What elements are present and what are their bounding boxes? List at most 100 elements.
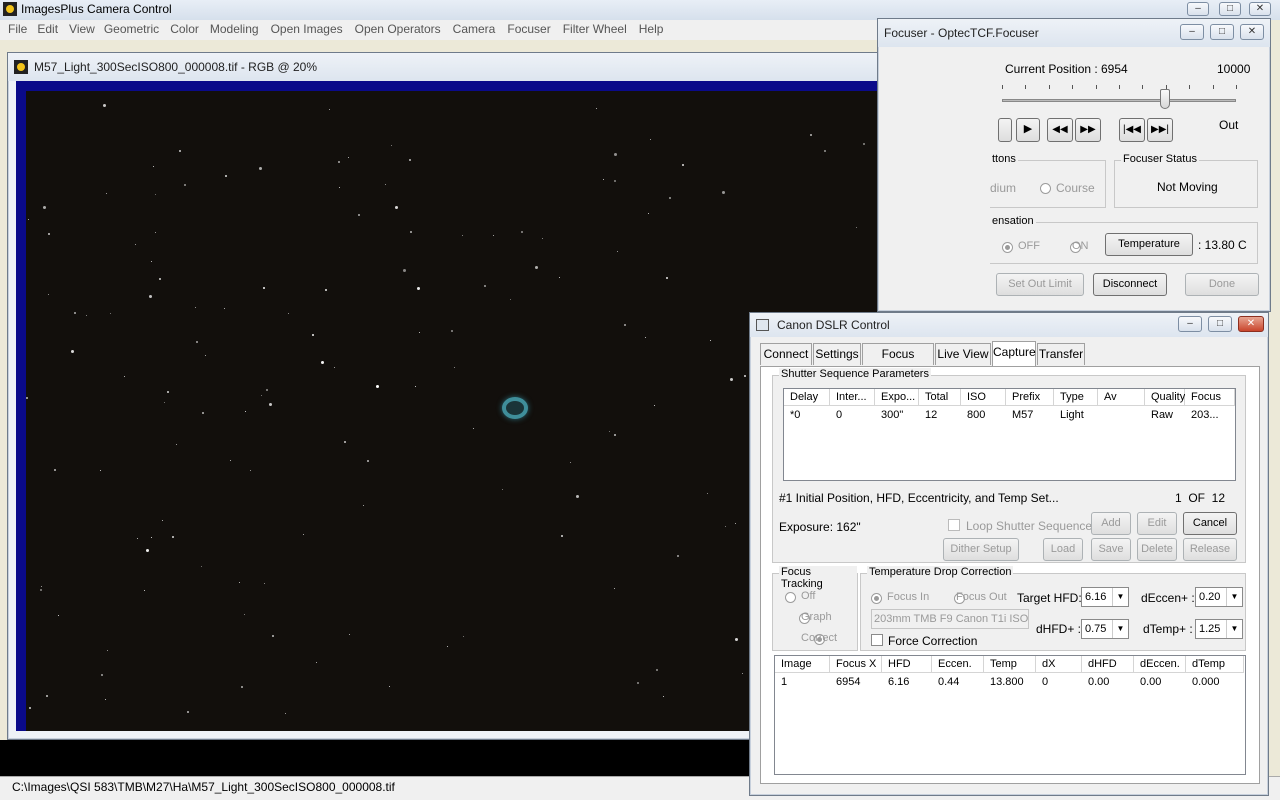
column-header[interactable]: Image [775,656,830,673]
tab-connect[interactable]: Connect [760,343,812,365]
menu-item-modeling[interactable]: Modeling [210,22,259,36]
cancel-button[interactable]: Cancel [1183,512,1237,535]
column-header[interactable]: Type [1054,389,1098,406]
comp-off-radio[interactable] [1002,242,1013,254]
loop-checkbox[interactable] [948,519,960,531]
column-header[interactable]: Focus [1185,389,1235,406]
column-header[interactable]: Prefix [1006,389,1054,406]
disconnect-button[interactable]: Disconnect [1093,273,1167,296]
end-button[interactable]: ▶▶| [1147,118,1173,142]
close-icon[interactable]: ✕ [1240,24,1264,40]
column-header[interactable]: Expo... [875,389,919,406]
set-out-limit-button[interactable]: Set Out Limit [996,273,1084,296]
done-button[interactable]: Done [1185,273,1259,296]
star [159,278,161,280]
column-header[interactable]: Total [919,389,961,406]
fast-forward-button[interactable]: ▶▶ [1075,118,1101,142]
star [417,287,420,290]
minimize-icon[interactable]: – [1180,24,1204,40]
focus-in-radio[interactable] [871,593,882,605]
menu-item-view[interactable]: View [69,22,95,36]
tab-transfer[interactable]: Transfer [1037,343,1085,365]
close-icon[interactable]: ✕ [1249,2,1271,16]
star [419,332,420,333]
play-button[interactable]: ▶ [1016,118,1040,142]
column-header[interactable]: dHFD [1082,656,1134,673]
tab-capture[interactable]: Capture [992,341,1036,366]
tab-focus-metrics[interactable]: Focus Metrics [862,343,934,381]
minimize-icon[interactable]: – [1187,2,1209,16]
column-header[interactable]: dTemp [1186,656,1244,673]
toolbar-strip [0,40,880,50]
star [624,324,626,326]
star [730,378,733,381]
column-header[interactable]: Av [1098,389,1145,406]
delete-button[interactable]: Delete [1137,538,1177,561]
column-header[interactable]: dX [1036,656,1082,673]
position-slider-thumb[interactable] [1159,89,1170,109]
table-cell: 13.800 [990,676,1024,688]
star [162,520,163,521]
menu-item-open-operators[interactable]: Open Operators [355,22,441,36]
maximize-icon[interactable]: □ [1219,2,1241,16]
home-button[interactable]: |◀◀ [1119,118,1145,142]
column-header[interactable]: Inter... [830,389,875,406]
load-button[interactable]: Load [1043,538,1083,561]
menu-item-focuser[interactable]: Focuser [507,22,550,36]
maximize-icon[interactable]: □ [1208,316,1232,332]
deccen-select[interactable]: 0.20 ▼ [1195,587,1243,607]
fast-back-button[interactable]: ◀◀ [1047,118,1073,142]
column-header[interactable]: HFD [882,656,932,673]
column-header[interactable]: ISO [961,389,1006,406]
sequence-table[interactable]: Delay Inter... Expo... Total ISO Prefix Type Av… [783,388,1236,481]
release-button[interactable]: Release [1183,538,1237,561]
menu-item-edit[interactable]: Edit [37,22,58,36]
tracking-off-radio[interactable] [785,592,796,604]
column-header[interactable]: Focus X [830,656,882,673]
menu-item-file[interactable]: File [8,22,27,36]
edit-button[interactable]: Edit [1137,512,1177,535]
star [710,340,711,341]
maximize-icon[interactable]: □ [1210,24,1234,40]
tab-live-view[interactable]: Live View [935,343,991,365]
menu-item-geometric[interactable]: Geometric [104,22,159,36]
dtemp-label: dTemp+ : [1143,622,1193,636]
menu-item-camera[interactable]: Camera [453,22,496,36]
force-correction-checkbox[interactable] [871,634,883,646]
minimize-icon[interactable]: – [1178,316,1202,332]
temperature-button[interactable]: Temperature [1105,233,1193,256]
column-header[interactable]: Quality [1145,389,1185,406]
tab-settings[interactable]: Settings [813,343,861,365]
star [385,184,386,185]
star [358,214,360,216]
menu-item-help[interactable]: Help [639,22,664,36]
save-button[interactable]: Save [1091,538,1131,561]
course-radio[interactable] [1040,183,1051,195]
scope-text-field[interactable]: 203mm TMB F9 Canon T1i ISO 4 [871,609,1029,629]
star [707,493,708,494]
menu-item-filter-wheel[interactable]: Filter Wheel [563,22,627,36]
add-button[interactable]: Add [1091,512,1131,535]
step-button[interactable] [998,118,1012,142]
column-header[interactable]: Delay [784,389,830,406]
menu-item-open-images[interactable]: Open Images [271,22,343,36]
table-cell: 6.16 [888,676,910,688]
column-header[interactable]: dEccen. [1134,656,1186,673]
results-table[interactable]: Image Focus X HFD Eccen. Temp dX dHFD dEccen. dT… [774,655,1246,775]
star [135,244,136,245]
column-header[interactable]: Temp [984,656,1036,673]
star [46,695,48,697]
close-icon[interactable]: ✕ [1238,316,1264,332]
canon-icon [756,319,769,331]
dhfd-select[interactable]: 0.75 ▼ [1081,619,1129,639]
slider-tick [1236,85,1237,89]
menu-item-color[interactable]: Color [170,22,199,36]
dither-setup-button[interactable]: Dither Setup [943,538,1019,561]
column-header[interactable]: Eccen. [932,656,984,673]
dtemp-select[interactable]: 1.25 ▼ [1195,619,1243,639]
target-hfd-select[interactable]: 6.16 ▼ [1081,587,1129,607]
image-window-titlebar: M57_Light_300SecISO800_000008.tif - RGB … [8,53,994,81]
star [603,179,604,180]
slider-tick [1119,85,1120,89]
star [54,469,56,471]
